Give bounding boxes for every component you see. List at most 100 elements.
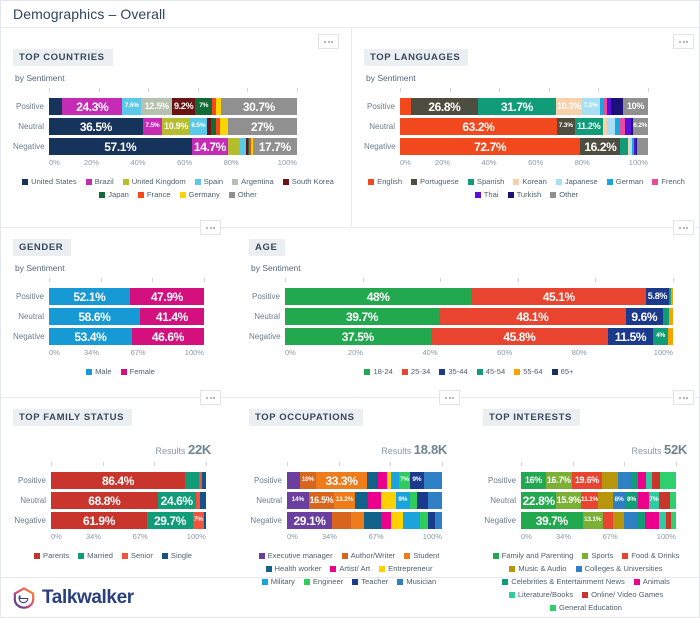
legend-item[interactable]: Japan: [99, 190, 129, 199]
bar-segment[interactable]: [624, 512, 637, 529]
bar-segment[interactable]: 12.5%: [141, 98, 172, 115]
bar-segment[interactable]: 63.2%: [400, 118, 557, 135]
bar-segment[interactable]: 7%: [649, 492, 660, 509]
bar-segment[interactable]: [420, 512, 428, 529]
bar-segment[interactable]: 24.3%: [62, 98, 122, 115]
bar-segment[interactable]: 61.9%: [51, 512, 147, 529]
bar-segment[interactable]: 11.1%: [581, 492, 598, 509]
bar-row[interactable]: Positive10%33.3%7%9%: [249, 472, 449, 489]
bar-segment[interactable]: 7.6%: [122, 98, 141, 115]
bar-segment[interactable]: [613, 512, 624, 529]
chart-gender[interactable]: Positive52.1%47.9%Neutral58.6%41.4%Negat…: [13, 283, 228, 376]
legend-item[interactable]: Student: [404, 551, 439, 560]
bar-segment[interactable]: [185, 472, 199, 489]
legend-item[interactable]: Executive manager: [259, 551, 333, 560]
stacked-bar[interactable]: 22.8%15.9%11.1%8%8%7%: [521, 492, 676, 509]
bar-segment[interactable]: [391, 512, 403, 529]
bar-row[interactable]: Neutral39.7%48.1%9.6%: [249, 308, 689, 325]
legend-item[interactable]: 35-44: [439, 367, 467, 376]
bar-segment[interactable]: 6.5%: [190, 118, 207, 135]
bar-segment[interactable]: 13.2%: [334, 492, 354, 509]
stacked-bar[interactable]: 61.9%29.7%7%: [51, 512, 206, 529]
bar-segment[interactable]: 10.3%: [556, 98, 582, 115]
bar-segment[interactable]: [668, 328, 673, 345]
legend-item[interactable]: Spanish: [468, 177, 504, 186]
legend-item[interactable]: Senior: [122, 551, 153, 560]
stacked-bar[interactable]: 52.1%47.9%: [49, 288, 204, 305]
bar-segment[interactable]: [200, 492, 206, 509]
stacked-bar[interactable]: 10%33.3%7%9%: [287, 472, 442, 489]
bar-segment[interactable]: 52.1%: [49, 288, 130, 305]
bar-segment[interactable]: 10.9%: [162, 118, 190, 135]
legend-item[interactable]: Sports: [582, 551, 613, 560]
bar-row[interactable]: Neutral58.6%41.4%: [13, 308, 228, 325]
legend-item[interactable]: Parents: [34, 551, 69, 560]
bar-segment[interactable]: [391, 472, 399, 489]
stacked-bar[interactable]: 37.5%45.8%11.5%4%: [285, 328, 673, 345]
bar-segment[interactable]: [669, 308, 672, 325]
legend-item[interactable]: Turkish: [508, 190, 542, 199]
bar-segment[interactable]: 57.1%: [49, 138, 192, 155]
legend-item[interactable]: Married: [78, 551, 113, 560]
bar-row[interactable]: Negative57.1%14.7%17.7%: [13, 138, 343, 155]
bar-segment[interactable]: 29.1%: [287, 512, 332, 529]
bar-segment[interactable]: 13.1%: [583, 512, 603, 529]
bar-segment[interactable]: [435, 512, 442, 529]
legend-item[interactable]: Artist/ Art: [330, 564, 370, 573]
stacked-bar[interactable]: 57.1%14.7%17.7%: [49, 138, 297, 155]
panel-menu-age[interactable]: [673, 220, 694, 235]
bar-row[interactable]: Positive24.3%7.6%12.5%9.2%7%30.7%: [13, 98, 343, 115]
bar-segment[interactable]: 11.2%: [575, 118, 603, 135]
bar-segment[interactable]: [637, 138, 648, 155]
legend-item[interactable]: Entrepreneur: [379, 564, 432, 573]
bar-segment[interactable]: 7.5%: [143, 118, 162, 135]
bar-segment[interactable]: 45.1%: [471, 288, 646, 305]
bar-segment[interactable]: 41.4%: [140, 308, 204, 325]
bar-segment[interactable]: [611, 98, 623, 115]
bar-segment[interactable]: 29.7%: [147, 512, 193, 529]
bar-row[interactable]: Neutral22.8%15.9%11.1%8%8%7%: [483, 492, 689, 509]
chart-top-occupations[interactable]: Positive10%33.3%7%9%Neutral14%16.5%13.2%…: [249, 467, 449, 586]
legend-item[interactable]: Argentina: [232, 177, 274, 186]
stacked-bar[interactable]: 63.2%7.3%11.2%6.2%: [400, 118, 648, 135]
bar-segment[interactable]: 19.6%: [572, 472, 602, 489]
legend-item[interactable]: English: [368, 177, 402, 186]
bar-segment[interactable]: [598, 492, 613, 509]
legend-item[interactable]: Food & Drinks: [622, 551, 679, 560]
bar-segment[interactable]: 72.7%: [400, 138, 580, 155]
bar-segment[interactable]: 4%: [653, 328, 669, 345]
bar-segment[interactable]: 11.5%: [608, 328, 653, 345]
stacked-bar[interactable]: 29.1%: [287, 512, 442, 529]
bar-row[interactable]: Positive48%45.1%5.8%: [249, 288, 689, 305]
bar-segment[interactable]: [660, 472, 676, 489]
legend-item[interactable]: Other: [550, 190, 578, 199]
bar-segment[interactable]: 16.2%: [580, 138, 620, 155]
bar-segment[interactable]: [637, 512, 646, 529]
bar-segment[interactable]: 10%: [300, 472, 316, 489]
bar-segment[interactable]: [410, 492, 418, 509]
panel-menu-top-languages[interactable]: [673, 34, 694, 49]
bar-row[interactable]: Negative53.4%46.6%: [13, 328, 228, 345]
bar-segment[interactable]: [620, 138, 628, 155]
bar-segment[interactable]: 37.5%: [285, 328, 431, 345]
legend-item[interactable]: 18-24: [364, 367, 392, 376]
bar-segment[interactable]: 14.7%: [192, 138, 229, 155]
bar-row[interactable]: Neutral63.2%7.3%11.2%6.2%: [364, 118, 689, 135]
bar-segment[interactable]: 9%: [396, 492, 410, 509]
stacked-bar[interactable]: 48%45.1%5.8%: [285, 288, 673, 305]
bar-segment[interactable]: [204, 512, 206, 529]
bar-segment[interactable]: 86.4%: [51, 472, 185, 489]
bar-segment[interactable]: [202, 472, 206, 489]
bar-segment[interactable]: 46.6%: [132, 328, 204, 345]
legend-item[interactable]: Spain: [195, 177, 223, 186]
legend-item[interactable]: Thai: [475, 190, 499, 199]
bar-row[interactable]: Negative72.7%16.2%: [364, 138, 689, 155]
stacked-bar[interactable]: 39.7%13.1%: [521, 512, 676, 529]
legend-item[interactable]: Other: [229, 190, 257, 199]
bar-segment[interactable]: [351, 512, 363, 529]
bar-segment[interactable]: [400, 98, 411, 115]
bar-segment[interactable]: 16%: [521, 472, 546, 489]
bar-row[interactable]: Negative37.5%45.8%11.5%4%: [249, 328, 689, 345]
panel-menu-top-countries[interactable]: [318, 34, 339, 49]
legend-item[interactable]: French: [652, 177, 685, 186]
